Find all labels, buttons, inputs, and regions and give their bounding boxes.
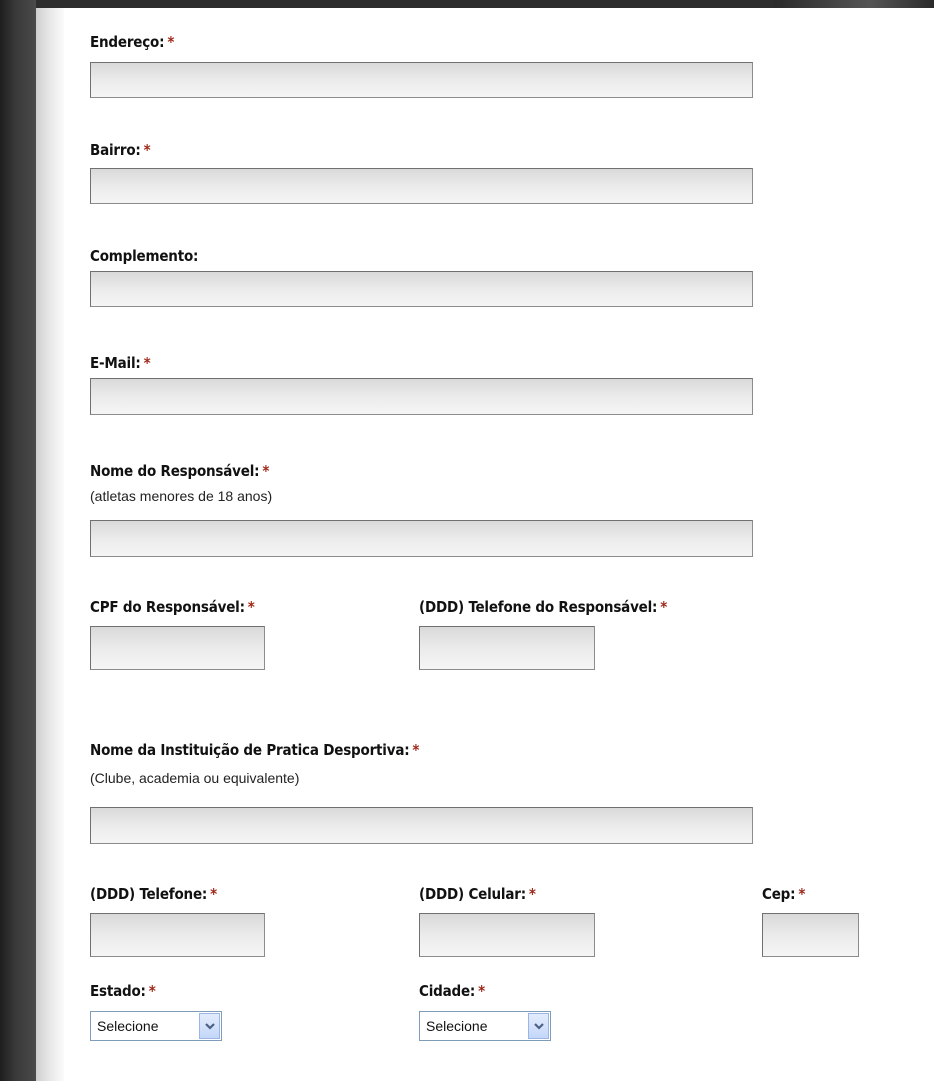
complement-label: Complemento: (90, 247, 199, 265)
required-marker: * (210, 885, 217, 903)
address-input[interactable] (90, 62, 753, 98)
complement-input[interactable] (90, 271, 753, 307)
chevron-down-icon[interactable] (199, 1013, 220, 1039)
email-label: E-Mail: * (90, 354, 151, 372)
city-select[interactable]: Selecione (419, 1011, 551, 1041)
guardian-name-hint: (atletas menores de 18 anos) (90, 488, 273, 504)
guardian-cpf-label: CPF do Responsável: * (90, 598, 255, 616)
neighborhood-label: Bairro: * (90, 141, 151, 159)
required-marker: * (148, 982, 156, 1000)
city-selected-value: Selecione (426, 1018, 488, 1034)
guardian-phone-input[interactable] (419, 626, 595, 670)
required-marker: * (660, 598, 668, 616)
required-marker: * (262, 462, 270, 480)
guardian-phone-label: (DDD) Telefone do Responsável: * (419, 598, 668, 616)
email-input[interactable] (90, 378, 753, 415)
institution-hint: (Clube, academia ou equivalente) (90, 770, 300, 786)
required-marker: * (143, 354, 151, 372)
form-left-shadow (36, 8, 64, 1081)
required-marker: * (247, 598, 255, 616)
phone-input[interactable] (90, 913, 265, 957)
state-selected-value: Selecione (97, 1018, 159, 1034)
required-marker: * (528, 885, 536, 903)
guardian-cpf-input[interactable] (90, 626, 265, 670)
guardian-name-label: Nome do Responsável: * (90, 462, 270, 480)
city-label: Cidade: * (419, 982, 485, 1000)
window-top-edge (774, 0, 934, 8)
institution-input[interactable] (90, 807, 753, 844)
chevron-down-icon[interactable] (528, 1013, 549, 1039)
institution-label: Nome da Instituição de Pratica Desportiv… (90, 741, 420, 759)
cep-input[interactable] (762, 913, 859, 957)
required-marker: * (412, 741, 420, 759)
window-left-border (0, 0, 36, 1081)
registration-form: Endereço: * Bairro: * Complemento: E-Mail:… (36, 8, 934, 1081)
required-marker: * (167, 33, 175, 51)
neighborhood-input[interactable] (90, 168, 753, 204)
required-marker: * (143, 141, 151, 159)
required-marker: * (798, 885, 806, 903)
cep-label: Cep: * (762, 885, 806, 903)
mobile-input[interactable] (419, 913, 595, 957)
address-label: Endereço: * (90, 33, 175, 51)
mobile-label: (DDD) Celular: * (419, 885, 536, 903)
state-label: Estado: * (90, 982, 156, 1000)
guardian-name-input[interactable] (90, 520, 753, 557)
required-marker: * (478, 982, 485, 1000)
phone-label: (DDD) Telefone: * (90, 885, 217, 903)
state-select[interactable]: Selecione (90, 1011, 222, 1041)
